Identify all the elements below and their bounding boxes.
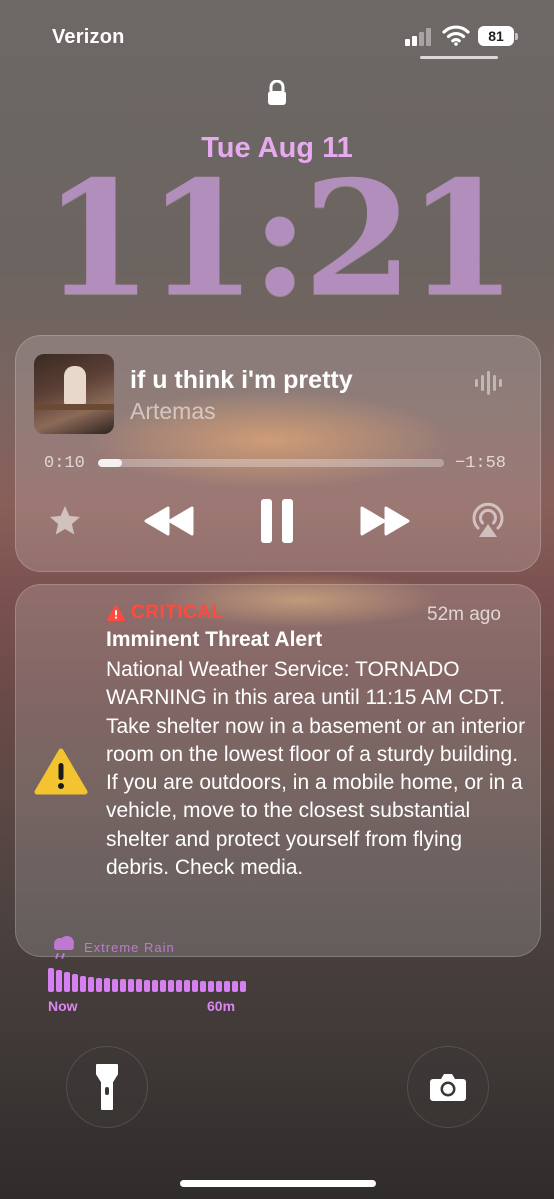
lockscreen-time: 11:21 <box>42 147 517 332</box>
playback-scrubber[interactable] <box>98 459 444 467</box>
weather-widget-label: Extreme Rain <box>84 940 175 955</box>
precipitation-bar <box>120 979 126 992</box>
alert-body: National Weather Service: TORNADO WARNIN… <box>106 658 526 880</box>
precipitation-bar <box>168 980 174 992</box>
fast-forward-icon[interactable] <box>358 505 410 537</box>
precipitation-bar <box>176 980 182 992</box>
rain-cloud-icon <box>54 936 74 959</box>
playback-progress-fill <box>98 459 123 467</box>
flashlight-button[interactable] <box>66 1046 148 1128</box>
precipitation-bar <box>96 978 102 992</box>
precipitation-bar <box>128 979 134 992</box>
precipitation-bar <box>152 980 158 992</box>
lock-icon <box>268 80 286 105</box>
precipitation-bar <box>112 979 118 992</box>
rewind-icon[interactable] <box>144 505 196 537</box>
warning-icon <box>34 748 88 795</box>
precipitation-bar <box>136 979 142 992</box>
precipitation-bar <box>232 981 238 992</box>
album-artwork[interactable] <box>34 354 114 434</box>
precipitation-bar <box>184 980 190 992</box>
precipitation-bar <box>216 981 222 992</box>
precipitation-bar <box>224 981 230 992</box>
flashlight-icon <box>96 1064 118 1110</box>
precipitation-bar <box>200 981 206 992</box>
precipitation-bar <box>144 980 150 992</box>
precipitation-bar <box>48 968 54 992</box>
precipitation-chart <box>48 968 248 992</box>
precipitation-bar <box>208 981 214 992</box>
status-focus-bar <box>420 56 498 59</box>
carrier-name: Verizon <box>52 26 125 48</box>
chart-start-label: Now <box>48 998 78 1014</box>
precipitation-bar <box>64 972 70 992</box>
airplay-icon[interactable] <box>470 502 506 540</box>
elapsed-time: 0:10 <box>44 454 85 473</box>
precipitation-bar <box>160 980 166 992</box>
precipitation-bar <box>192 980 198 992</box>
notification-time: 52m ago <box>427 604 501 625</box>
chart-end-label: 60m <box>207 998 236 1014</box>
precipitation-bar <box>72 974 78 992</box>
critical-label: CRITICAL <box>107 602 224 624</box>
wifi-icon <box>442 25 470 46</box>
precipitation-bar <box>80 976 86 992</box>
cellular-signal-icon <box>405 28 435 46</box>
precipitation-bar <box>104 978 110 992</box>
camera-button[interactable] <box>407 1046 489 1128</box>
song-title: if u think i'm pretty <box>130 366 353 394</box>
home-indicator[interactable] <box>180 1180 376 1187</box>
battery-indicator: 81 <box>478 26 518 46</box>
star-icon[interactable] <box>46 503 84 539</box>
severity-text: CRITICAL <box>131 602 224 623</box>
alert-title: Imminent Threat Alert <box>106 628 323 651</box>
camera-icon <box>430 1074 466 1101</box>
waveform-icon <box>475 371 502 395</box>
precipitation-bar <box>88 977 94 992</box>
artist-name: Artemas <box>130 398 216 424</box>
remaining-time: −1:58 <box>455 454 507 473</box>
critical-warning-icon <box>107 605 125 621</box>
pause-icon[interactable] <box>258 498 296 544</box>
precipitation-bar <box>240 981 246 992</box>
precipitation-bar <box>56 970 62 992</box>
